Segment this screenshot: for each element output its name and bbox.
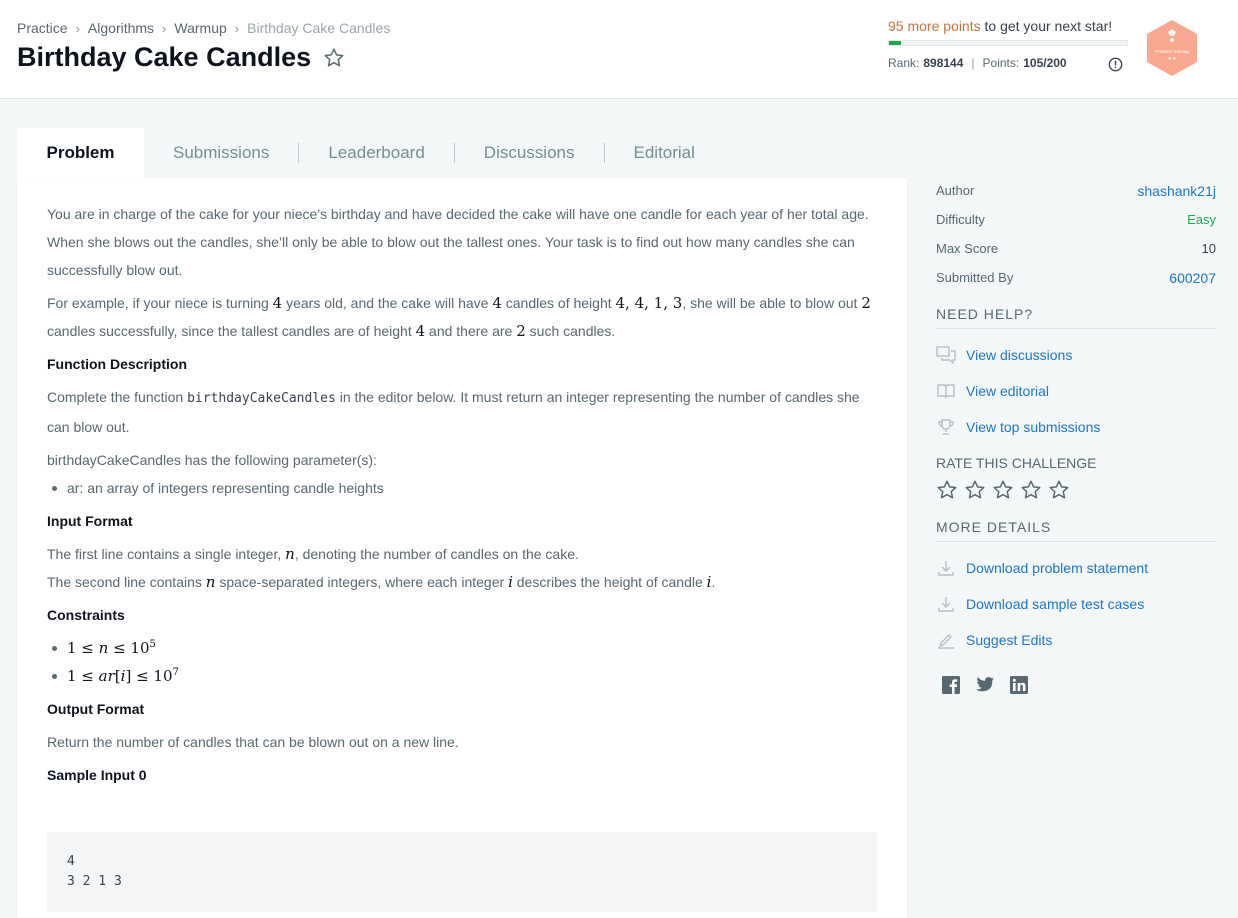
problem-example: For example, if your niece is turning 4 … xyxy=(47,294,871,340)
rate-challenge-heading: RATE THIS CHALLENGE xyxy=(936,455,1097,471)
output-format-heading: Output Format xyxy=(47,701,145,717)
tab-editorial[interactable]: Editorial xyxy=(605,128,724,178)
breadcrumb-practice[interactable]: Practice xyxy=(17,20,68,36)
facebook-icon[interactable] xyxy=(940,674,962,696)
page-title-row: Birthday Cake Candles xyxy=(17,42,345,73)
rank-value: 898144 xyxy=(923,56,964,70)
rating-star-icon[interactable] xyxy=(964,479,986,501)
tab-submissions[interactable]: Submissions xyxy=(144,128,298,178)
view-editorial-label: View editorial xyxy=(966,383,1050,399)
trophy-icon xyxy=(936,417,956,437)
meta-difficulty: Difficulty Easy xyxy=(936,205,1216,234)
max-score-value: 10 xyxy=(1201,241,1216,256)
problem-intro: You are in charge of the cake for your n… xyxy=(47,206,869,278)
twitter-icon[interactable] xyxy=(974,674,996,696)
breadcrumb-current: Birthday Cake Candles xyxy=(247,20,391,36)
rating-star-icon[interactable] xyxy=(1020,479,1042,501)
page-title: Birthday Cake Candles xyxy=(17,42,312,72)
function-description-text: Complete the function birthdayCakeCandle… xyxy=(47,389,860,435)
book-icon xyxy=(936,381,956,401)
challenge-tabs: Problem Submissions Leaderboard Discussi… xyxy=(17,128,724,178)
pencil-icon xyxy=(936,630,956,650)
download-sample-test-cases-label: Download sample test cases xyxy=(966,596,1145,612)
points-value: 105/200 xyxy=(1023,56,1067,70)
badge-stars: ★★ xyxy=(1168,56,1177,62)
list-item: 1 ≤ ar[i] ≤ 107 xyxy=(47,662,879,690)
suggest-edits-link[interactable]: Suggest Edits xyxy=(936,622,1216,658)
input-format-line-2: The second line contains n space-separat… xyxy=(47,573,716,591)
progress-bar xyxy=(888,40,1128,46)
list-item: ar: an array of integers representing ca… xyxy=(47,474,879,502)
problem-statement-card: You are in charge of the cake for your n… xyxy=(17,178,907,918)
input-format-heading: Input Format xyxy=(47,513,133,529)
parameters-list: ar: an array of integers representing ca… xyxy=(47,474,879,502)
difficulty-value: Easy xyxy=(1187,212,1216,227)
meta-label: Max Score xyxy=(936,241,999,256)
next-star-text: 95 more points to get your next star! xyxy=(888,18,1128,34)
bookmark-star-icon[interactable] xyxy=(323,47,345,69)
need-help-heading: NEED HELP? xyxy=(936,306,1216,329)
view-discussions-link[interactable]: View discussions xyxy=(936,337,1216,373)
meta-submitted-by: Submitted By 600207 xyxy=(936,263,1216,292)
list-item: 1 ≤ n ≤ 105 xyxy=(47,634,879,662)
meta-max-score: Max Score 10 xyxy=(936,234,1216,263)
tab-problem[interactable]: Problem xyxy=(17,128,144,178)
view-discussions-label: View discussions xyxy=(966,347,1073,363)
download-icon xyxy=(936,558,956,578)
rating-star-icon[interactable] xyxy=(936,479,958,501)
download-problem-statement-label: Download problem statement xyxy=(966,560,1149,576)
progress-bar-fill xyxy=(889,41,901,45)
divider: | xyxy=(971,56,975,70)
info-icon[interactable] xyxy=(1108,57,1123,72)
problem-solving-badge-icon[interactable]: Problem Solving ★★ xyxy=(1146,19,1198,77)
discussion-icon xyxy=(936,345,956,365)
meta-label: Author xyxy=(936,183,975,198)
next-star-suffix: to get your next star! xyxy=(980,18,1113,34)
breadcrumb-algorithms[interactable]: Algorithms xyxy=(88,20,154,36)
view-editorial-link[interactable]: View editorial xyxy=(936,373,1216,409)
function-name-code: birthdayCakeCandles xyxy=(187,391,336,406)
sample-input-heading: Sample Input 0 xyxy=(47,767,147,783)
function-description-heading: Function Description xyxy=(47,356,187,372)
tab-discussions[interactable]: Discussions xyxy=(455,128,604,178)
rating-stars xyxy=(936,479,1216,501)
sample-input-block: 4 3 2 1 3 xyxy=(47,832,877,912)
rating-star-icon[interactable] xyxy=(992,479,1014,501)
parameters-intro: birthdayCakeCandles has the following pa… xyxy=(47,452,377,468)
output-format-text: Return the number of candles that can be… xyxy=(47,734,459,750)
meta-author: Author shashank21j xyxy=(936,176,1216,205)
constraints-heading: Constraints xyxy=(47,607,125,623)
submitted-by-link[interactable]: 600207 xyxy=(1169,270,1216,286)
star-progress: 95 more points to get your next star! Ra… xyxy=(888,18,1128,70)
breadcrumb: Practice › Algorithms › Warmup › Birthda… xyxy=(17,20,390,36)
view-top-submissions-link[interactable]: View top submissions xyxy=(936,409,1216,445)
breadcrumb-warmup[interactable]: Warmup xyxy=(174,20,226,36)
meta-label: Difficulty xyxy=(936,212,985,227)
rating-star-icon[interactable] xyxy=(1048,479,1070,501)
chevron-right-icon: › xyxy=(234,20,240,36)
rank-points: Rank: 898144 | Points: 105/200 xyxy=(888,56,1128,70)
points-label: Points: xyxy=(982,56,1020,70)
suggest-edits-label: Suggest Edits xyxy=(966,632,1053,648)
tab-leaderboard[interactable]: Leaderboard xyxy=(299,128,453,178)
meta-label: Submitted By xyxy=(936,270,1014,285)
author-link[interactable]: shashank21j xyxy=(1137,183,1216,199)
social-share xyxy=(936,674,1216,696)
linkedin-icon[interactable] xyxy=(1008,674,1030,696)
download-problem-statement-link[interactable]: Download problem statement xyxy=(936,550,1216,586)
input-format-line-1: The first line contains a single integer… xyxy=(47,545,579,563)
chevron-right-icon: › xyxy=(75,20,80,36)
badge-label: Problem Solving xyxy=(1155,49,1189,54)
page-header: Practice › Algorithms › Warmup › Birthda… xyxy=(0,0,1238,99)
download-icon xyxy=(936,594,956,614)
chevron-right-icon: › xyxy=(162,20,167,36)
points-needed: 95 more points xyxy=(888,18,981,34)
download-sample-test-cases-link[interactable]: Download sample test cases xyxy=(936,586,1216,622)
view-top-submissions-label: View top submissions xyxy=(966,419,1101,435)
more-details-heading: MORE DETAILS xyxy=(936,519,1216,542)
constraints-list: 1 ≤ n ≤ 105 1 ≤ ar[i] ≤ 107 xyxy=(47,634,879,690)
problem-content: You are in charge of the cake for your n… xyxy=(47,200,879,789)
challenge-sidebar: Author shashank21j Difficulty Easy Max S… xyxy=(936,176,1216,696)
rank-label: Rank: xyxy=(888,56,920,70)
